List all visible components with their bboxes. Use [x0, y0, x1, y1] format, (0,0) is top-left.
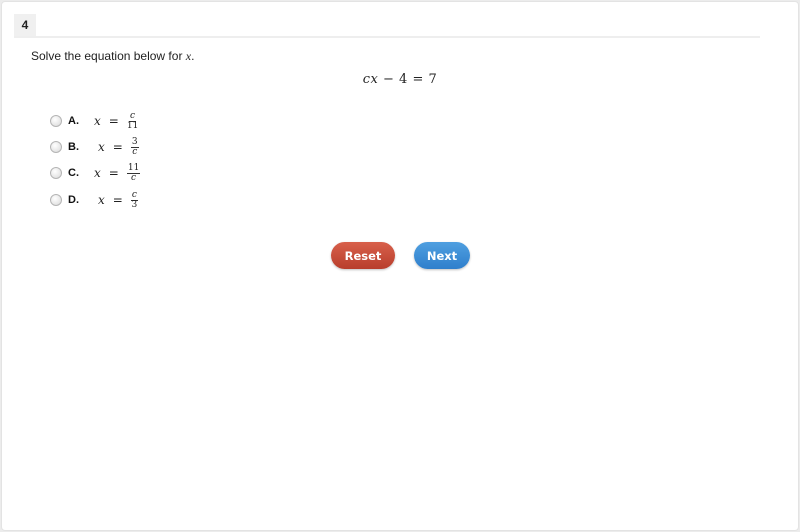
next-button[interactable]: Next [414, 242, 470, 269]
equation-operator: − [382, 72, 395, 87]
equals: = [108, 166, 119, 180]
equation-rhs: 7 [428, 72, 438, 87]
variable: x [98, 193, 105, 207]
choice-expression: x = 3c [98, 136, 139, 157]
denominator: c [131, 172, 137, 183]
choice-c[interactable]: C. x = 11 c [50, 162, 141, 184]
equation-lhs: cx [362, 72, 379, 87]
radio-button[interactable] [50, 167, 62, 179]
equation: cx − 4 = 7 [0, 72, 800, 87]
choice-letter: D. [68, 194, 79, 206]
choice-expression: x = c 11 [94, 110, 139, 131]
choice-d[interactable]: D. x = c3 [50, 189, 138, 211]
numerator: c [130, 189, 138, 201]
choice-expression: x = c3 [98, 189, 138, 210]
choice-a[interactable]: A. x = c 11 [50, 110, 138, 132]
equation-constant: 4 [399, 72, 408, 87]
choice-letter: B. [68, 141, 79, 153]
fraction: 3c [130, 136, 139, 157]
question-prompt: Solve the equation below for x. [31, 49, 194, 64]
choice-b[interactable]: B. x = 3c [50, 136, 139, 158]
numerator: 3 [130, 136, 139, 148]
denominator: 3 [131, 199, 138, 210]
choice-expression: x = 11 c [94, 162, 141, 183]
question-number: 4 [14, 14, 36, 36]
fraction: c3 [130, 189, 138, 210]
fraction: c 11 [126, 110, 139, 131]
reset-button[interactable]: Reset [331, 242, 395, 269]
fraction: 11 c [126, 162, 141, 183]
variable: x [94, 166, 101, 180]
numerator: c [129, 110, 137, 122]
prompt-text: Solve the equation below for [31, 49, 186, 63]
prompt-end: . [191, 49, 195, 63]
radio-button[interactable] [50, 194, 62, 206]
equation-equals: = [412, 72, 424, 87]
equals: = [108, 114, 119, 128]
denominator: 11 [126, 120, 139, 131]
radio-button[interactable] [50, 115, 62, 127]
denominator: c [132, 146, 138, 157]
radio-button[interactable] [50, 141, 62, 153]
variable: x [94, 114, 101, 128]
equals: = [112, 140, 123, 154]
choice-letter: A. [68, 115, 79, 127]
choice-letter: C. [68, 167, 79, 179]
variable: x [98, 140, 105, 154]
question-header: 4 [14, 14, 760, 38]
equals: = [112, 193, 123, 207]
numerator: 11 [126, 162, 141, 174]
